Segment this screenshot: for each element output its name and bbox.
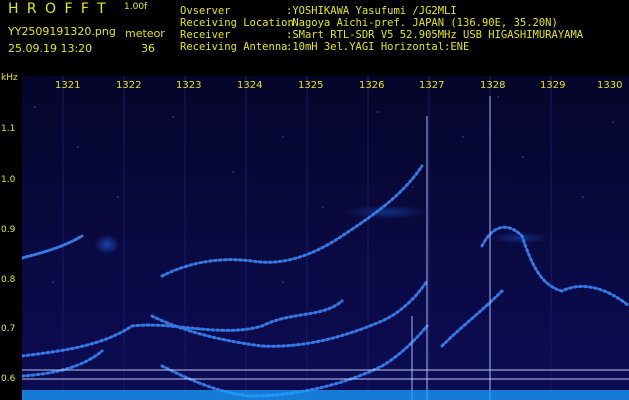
meteor-count: 36 bbox=[141, 42, 155, 55]
receiver-value: :SMart RTL-SDR V5 52.905MHz USB HIGASHIM… bbox=[286, 29, 584, 41]
y-tick-label: 1.1 bbox=[1, 124, 16, 134]
location-value: :Nagoya Aichi-pref. JAPAN (136.90E, 35.2… bbox=[286, 17, 558, 29]
x-tick-label: 1321 bbox=[55, 80, 81, 91]
app-version: 1.00f bbox=[124, 2, 148, 12]
x-tick-label: 1323 bbox=[176, 80, 202, 91]
header-panel: HROFFT 1.00f YY2509191320.png meteor 25.… bbox=[0, 0, 629, 76]
app-title: HROFFT bbox=[8, 1, 115, 17]
time-gridlines bbox=[62, 76, 552, 400]
x-tick-label: 1329 bbox=[540, 80, 566, 91]
receiver-key: Receiver bbox=[180, 29, 231, 41]
noise-speckles bbox=[34, 96, 614, 283]
spectrogram-canvas[interactable] bbox=[22, 76, 629, 400]
y-tick-label: 0.9 bbox=[1, 225, 16, 235]
y-tick-label: 0.6 bbox=[1, 374, 16, 384]
antenna-value: :10mH 3el.YAGI Horizontal:ENE bbox=[286, 41, 470, 53]
x-tick-label: 1327 bbox=[419, 80, 445, 91]
x-tick-label: 1322 bbox=[116, 80, 142, 91]
date-time: 25.09.19 13:20 bbox=[8, 42, 93, 55]
y-axis-unit: kHz bbox=[1, 73, 18, 83]
x-tick-label: 1328 bbox=[480, 80, 506, 91]
y-tick-label: 0.7 bbox=[1, 324, 16, 334]
antenna-key: Receiving Antenna bbox=[180, 41, 288, 53]
spectrogram-svg bbox=[22, 76, 629, 400]
meteor-label: meteor bbox=[125, 27, 165, 40]
reference-lines bbox=[22, 369, 629, 380]
x-tick-label: 1325 bbox=[298, 80, 324, 91]
x-tick-label: 1326 bbox=[359, 80, 385, 91]
x-tick-label: 1324 bbox=[237, 80, 263, 91]
location-key: Receiving Location bbox=[180, 17, 294, 29]
observer-key: Ovserver bbox=[180, 5, 231, 17]
noise-floor-band bbox=[22, 390, 629, 400]
signal-traces bbox=[22, 164, 629, 398]
file-name: YY2509191320.png bbox=[8, 25, 116, 38]
y-tick-label: 0.8 bbox=[1, 275, 16, 285]
y-tick-label: 1.0 bbox=[1, 175, 16, 185]
meteor-streaks bbox=[411, 96, 491, 400]
observer-value: :YOSHIKAWA Yasufumi /JG2MLI bbox=[286, 5, 457, 17]
x-tick-label: 1330 bbox=[597, 80, 623, 91]
